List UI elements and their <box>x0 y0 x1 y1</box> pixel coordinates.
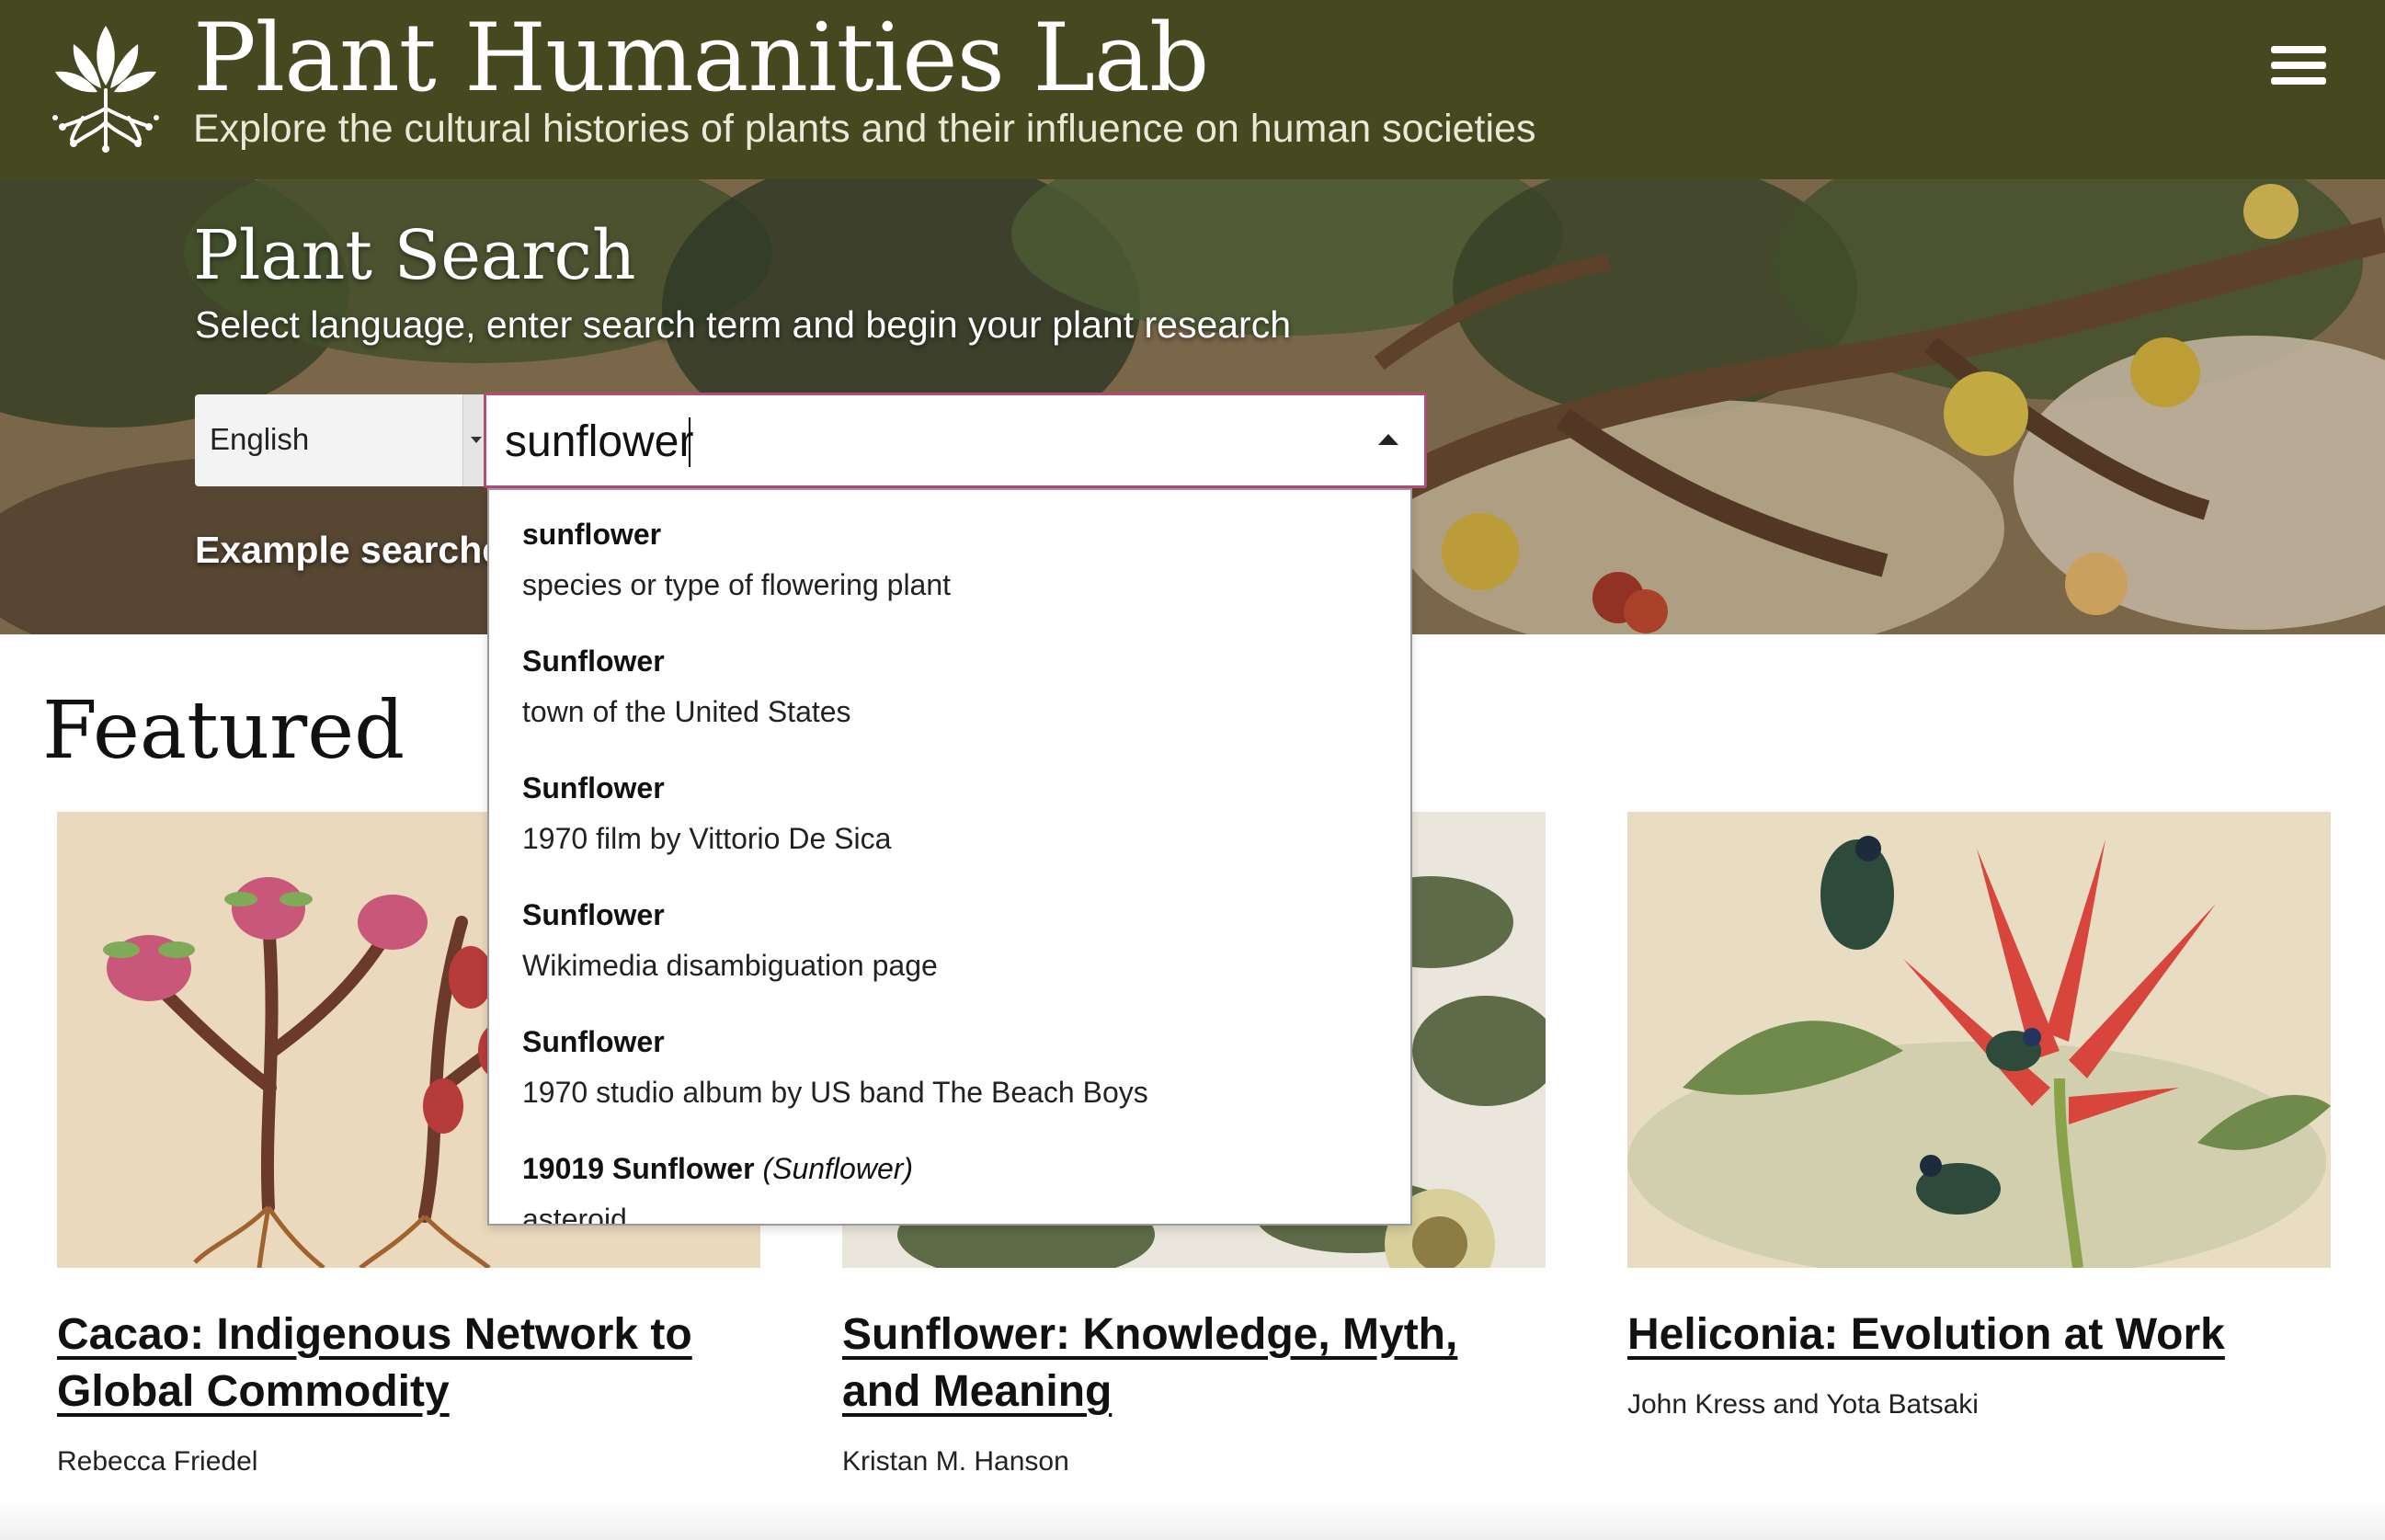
search-input[interactable] <box>505 414 1332 469</box>
suggestion-item[interactable]: Sunflower 1970 studio album by US band T… <box>522 1025 1386 1110</box>
heliconia-illustration-image[interactable] <box>1627 812 2331 1268</box>
suggestion-label: Sunflower <box>522 645 665 678</box>
suggestion-description: Wikimedia disambiguation page <box>522 949 938 982</box>
search-subtitle: Select language, enter search term and b… <box>195 303 1292 346</box>
search-title: Plant Search <box>193 216 636 295</box>
suggestion-item[interactable]: Sunflower town of the United States <box>522 645 1386 729</box>
suggestion-label: Sunflower <box>522 771 665 804</box>
featured-card-author: Rebecca Friedel <box>57 1446 258 1477</box>
suggestion-description: town of the United States <box>522 695 851 728</box>
site-title[interactable]: Plant Humanities Lab <box>193 4 1209 113</box>
featured-card-title[interactable]: Cacao: Indigenous Network to Global Comm… <box>57 1306 760 1420</box>
suggestion-item[interactable]: 19019 Sunflower (Sunflower) asteroid <box>522 1152 1386 1226</box>
language-select-value: English <box>210 422 310 456</box>
text-cursor <box>689 417 690 467</box>
search-box[interactable] <box>484 393 1427 488</box>
suggestion-label: Sunflower <box>522 1025 665 1058</box>
page-bottom-edge <box>0 1499 2385 1540</box>
suggestion-description: 1970 studio album by US band The Beach B… <box>522 1076 1148 1109</box>
suggestion-alias: (Sunflower) <box>762 1152 914 1185</box>
featured-card-title[interactable]: Heliconia: Evolution at Work <box>1627 1306 2331 1363</box>
featured-card-heliconia[interactable]: Heliconia: Evolution at Work John Kress … <box>1627 812 2331 1420</box>
search-suggestions-dropdown[interactable]: sunflower species or type of flowering p… <box>487 488 1412 1226</box>
suggestion-item[interactable]: Sunflower Wikimedia disambiguation page <box>522 898 1386 983</box>
suggestion-label: Sunflower <box>522 898 665 931</box>
suggestion-item[interactable]: Sunflower 1970 film by Vittorio De Sica <box>522 771 1386 856</box>
featured-heading: Featured <box>42 685 405 777</box>
suggestion-item[interactable]: sunflower species or type of flowering p… <box>522 518 1386 602</box>
example-searches-label: Example searche <box>195 529 504 571</box>
suggestion-description: species or type of flowering plant <box>522 568 952 601</box>
site-header: Plant Humanities Lab Explore the cultura… <box>0 0 2385 179</box>
chevron-up-icon[interactable] <box>1375 427 1402 454</box>
language-select[interactable]: English <box>195 394 486 486</box>
suggestion-description: 1970 film by Vittorio De Sica <box>522 822 892 855</box>
site-tagline: Explore the cultural histories of plants… <box>193 107 1536 151</box>
plant-roots-logo-icon[interactable] <box>46 17 165 154</box>
featured-card-title[interactable]: Sunflower: Knowledge, Myth, and Meaning <box>842 1306 1546 1420</box>
hamburger-menu-icon[interactable] <box>2271 46 2330 92</box>
featured-card-author: Kristan M. Hanson <box>842 1446 1069 1477</box>
suggestion-description: asteroid <box>522 1203 627 1226</box>
suggestion-label: 19019 Sunflower (Sunflower) <box>522 1152 914 1185</box>
suggestion-label: sunflower <box>522 518 662 551</box>
featured-card-author: John Kress and Yota Batsaki <box>1627 1389 1979 1420</box>
